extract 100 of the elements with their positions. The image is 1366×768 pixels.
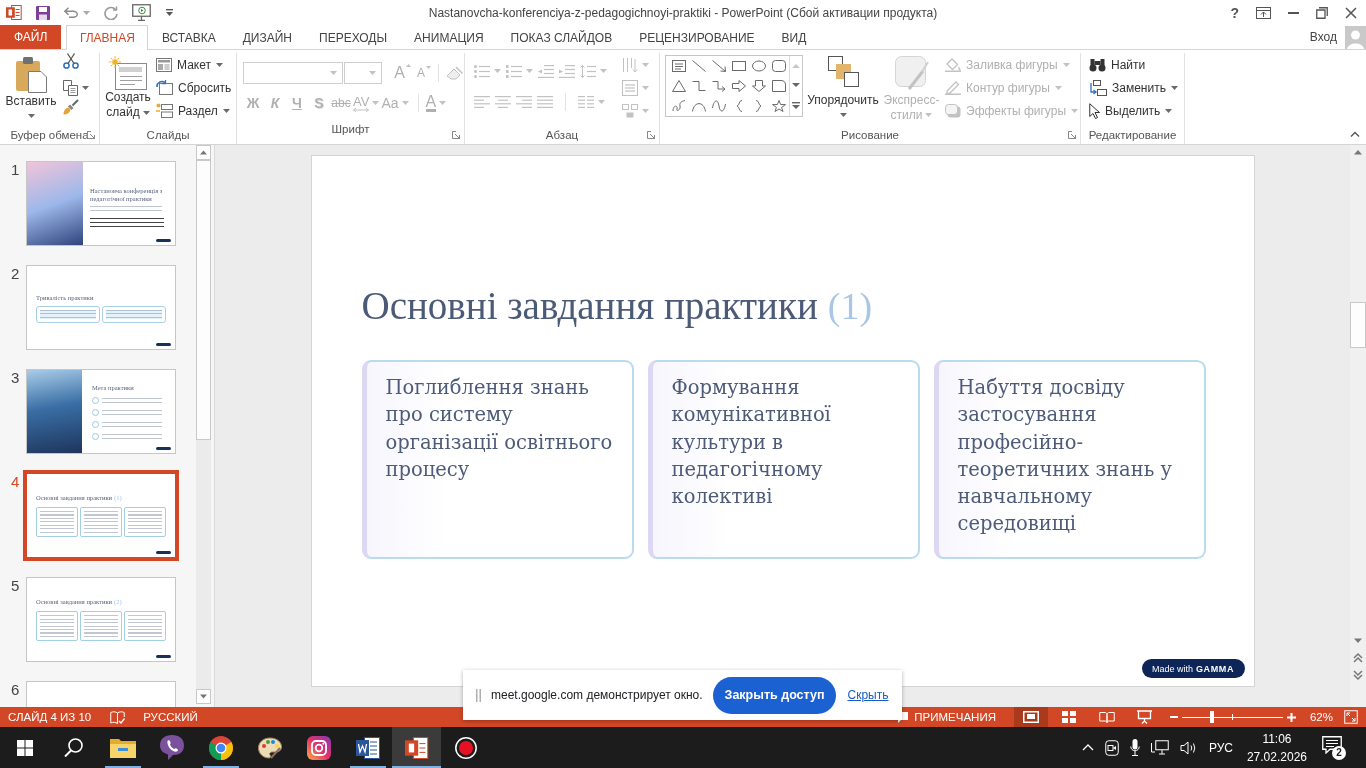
notification-icon[interactable] <box>1322 735 1342 754</box>
scrollbar-thumb[interactable] <box>196 160 211 440</box>
clock-date[interactable]: 27.02.2026 <box>1246 747 1307 766</box>
collapse-ribbon-icon[interactable] <box>1350 131 1360 137</box>
book-check-icon[interactable] <box>110 710 126 724</box>
freeform-curve-icon[interactable] <box>672 100 686 112</box>
minimize-icon[interactable] <box>1288 11 1299 14</box>
input-language[interactable]: РУС <box>1208 740 1233 755</box>
video-camera-icon[interactable] <box>1104 739 1119 756</box>
section-button[interactable]: Раздел <box>156 99 232 122</box>
text-box-icon[interactable] <box>672 60 686 72</box>
dialog-launcher-icon[interactable] <box>87 131 95 139</box>
ribbon-tab[interactable]: ВИД <box>768 25 820 49</box>
network-icon[interactable] <box>1150 740 1169 755</box>
star-icon[interactable] <box>772 100 786 112</box>
stop-sharing-button[interactable]: Закрыть доступ <box>712 676 837 714</box>
sign-in-link[interactable]: Вход <box>1309 30 1337 44</box>
redo-icon[interactable] <box>104 5 118 20</box>
language-indicator[interactable]: РУССКИЙ <box>143 711 198 723</box>
window-title: Nastanovcha-konferenciya-z-pedagogichnoyi-praktiki - PowerPoint (Сбой активации продукта) <box>428 5 938 20</box>
ribbon-tab[interactable]: ВСТАВКА <box>148 25 230 49</box>
rounded-rectangle-icon[interactable] <box>772 60 786 72</box>
next-slide-icon[interactable] <box>1350 667 1366 683</box>
search-icon[interactable] <box>64 738 83 757</box>
restore-icon[interactable] <box>1316 6 1328 19</box>
zoom-slider-thumb[interactable] <box>1210 711 1215 723</box>
group-label: Абзац <box>545 129 579 141</box>
save-icon[interactable] <box>36 5 50 20</box>
dialog-launcher-icon[interactable] <box>1068 131 1076 139</box>
replace-button[interactable]: Заменить <box>1089 76 1178 99</box>
text-lines-drawing <box>102 433 162 440</box>
task-card: Поглиблення знань про систему організації освітнього процесу <box>361 360 634 559</box>
taskbar-button[interactable] <box>392 727 441 768</box>
arrow-line-icon[interactable] <box>712 60 726 72</box>
ribbon-options-icon[interactable] <box>1256 6 1271 19</box>
customize-icon[interactable] <box>165 8 174 17</box>
normal-view-button[interactable] <box>1013 707 1048 727</box>
select-button[interactable]: Выделить <box>1089 99 1178 122</box>
clock-time[interactable]: 11:06 <box>1262 729 1292 748</box>
arrange-button[interactable]: Упорядочить <box>806 53 880 123</box>
double-arrow-icon <box>353 107 370 112</box>
wave-icon[interactable] <box>712 100 726 112</box>
elbow-arrow-icon[interactable] <box>712 80 726 92</box>
line-icon[interactable] <box>692 60 706 72</box>
hide-link[interactable]: Скрыть <box>847 688 889 702</box>
group-label: Рисование <box>841 129 899 141</box>
scroll-up-icon[interactable] <box>196 145 211 160</box>
caret-icon <box>1054 85 1062 90</box>
zoom-in-icon[interactable] <box>1286 712 1296 722</box>
speaker-icon[interactable] <box>1179 740 1197 755</box>
block-arrow-right-icon[interactable] <box>732 80 746 92</box>
arc-icon[interactable] <box>692 100 706 112</box>
ribbon-tab[interactable]: ПОКАЗ СЛАЙДОВ <box>497 25 626 49</box>
thumbnail-card <box>80 611 122 641</box>
elbow-connector-icon[interactable] <box>692 80 706 92</box>
scroll-down-icon[interactable] <box>792 82 800 87</box>
ribbon-tab[interactable]: ГЛАВНАЯ <box>66 25 149 50</box>
scroll-down-icon[interactable] <box>196 689 211 704</box>
start-icon[interactable] <box>16 739 33 756</box>
block-arrow-down-icon[interactable] <box>752 80 766 92</box>
dialog-launcher-icon[interactable] <box>452 131 460 139</box>
rectangle-icon[interactable] <box>732 60 746 72</box>
scissors-icon[interactable] <box>63 53 79 69</box>
scrollbar-thumb[interactable] <box>1350 302 1366 348</box>
triangle-icon[interactable] <box>672 80 686 92</box>
layout-button[interactable]: Макет <box>156 53 232 76</box>
find-button[interactable]: Найти <box>1089 53 1178 76</box>
logo-badge <box>156 239 171 242</box>
slide-number: 6 <box>11 681 20 698</box>
dialog-launcher-icon[interactable] <box>647 131 655 139</box>
fit-to-window-icon[interactable] <box>1344 710 1358 724</box>
close-icon[interactable] <box>1345 6 1357 19</box>
new-slide-button[interactable]: Создать слайд <box>103 53 153 120</box>
microphone-icon[interactable] <box>1129 739 1140 756</box>
bullets-icon <box>474 64 490 78</box>
chevron-up-icon[interactable] <box>1081 744 1094 751</box>
ribbon-tab[interactable]: ФАЙЛ <box>0 25 62 49</box>
screen-play-icon[interactable] <box>132 4 151 21</box>
columns-icon <box>578 96 594 108</box>
logo-badge <box>156 343 171 346</box>
undo-button[interactable] <box>64 7 90 18</box>
reset-icon <box>156 80 173 95</box>
text-lines-drawing <box>102 421 162 428</box>
more-icon[interactable] <box>792 101 800 109</box>
ribbon-tab[interactable]: РЕЦЕНЗИРОВАНИЕ <box>625 25 769 49</box>
ribbon-tab[interactable]: ДИЗАЙН <box>229 25 306 49</box>
reset-button[interactable]: Сбросить <box>156 76 232 99</box>
paintbrush-icon[interactable] <box>63 99 79 115</box>
slide-number: 2 <box>11 265 20 282</box>
oval-icon[interactable] <box>752 60 766 72</box>
drag-handle-icon[interactable] <box>476 688 481 702</box>
slide-number: 1 <box>11 161 20 178</box>
ribbon-tab[interactable]: ПЕРЕХОДЫ <box>305 25 401 49</box>
projector-screen-icon <box>1137 710 1153 724</box>
palette-icon <box>257 736 282 759</box>
numbering-icon <box>506 64 522 78</box>
zoom-percent[interactable]: 62% <box>1309 711 1333 723</box>
paste-button[interactable]: Вставить <box>3 53 59 119</box>
ribbon-tab[interactable]: АНИМАЦИЯ <box>400 25 498 49</box>
help-button[interactable]: ? <box>1230 4 1239 21</box>
